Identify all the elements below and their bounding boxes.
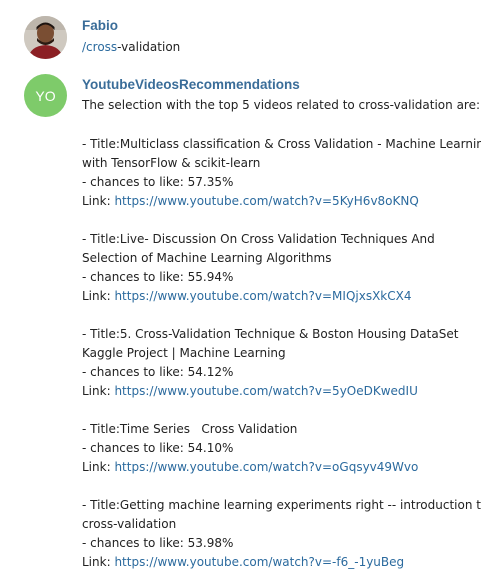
video-title: - Title:Live- Discussion On Cross Valida… bbox=[82, 232, 435, 246]
video-link[interactable]: https://www.youtube.com/watch?v=5KyH6v8o… bbox=[114, 194, 418, 208]
video-title: - Title:Time Series Cross Validation bbox=[82, 422, 298, 436]
link-label: Link: bbox=[82, 555, 115, 569]
link-label: Link: bbox=[82, 194, 115, 208]
link-label: Link: bbox=[82, 384, 115, 398]
video-link-line: Link: https://www.youtube.com/watch?v=oG… bbox=[82, 458, 418, 477]
video-link[interactable]: https://www.youtube.com/watch?v=MIQjxsXk… bbox=[114, 289, 411, 303]
user-photo-icon bbox=[24, 16, 67, 59]
command-text: /cross-validation bbox=[82, 38, 180, 57]
video-chance: - chances to like: 53.98% bbox=[82, 536, 234, 550]
video-link-line: Link: https://www.youtube.com/watch?v=MI… bbox=[82, 287, 411, 306]
link-label: Link: bbox=[82, 289, 115, 303]
sender-name[interactable]: Fabio bbox=[82, 18, 118, 33]
video-title: - Title:5. Cross-Validation Technique & … bbox=[82, 327, 459, 341]
sender-name[interactable]: YoutubeVideosRecommendations bbox=[82, 77, 300, 92]
video-link-line: Link: https://www.youtube.com/watch?v=5y… bbox=[82, 382, 418, 401]
video-link[interactable]: https://www.youtube.com/watch?v=5yOeDKwe… bbox=[114, 384, 417, 398]
video-title-cont: cross-validation bbox=[82, 517, 177, 531]
video-link-line: Link: https://www.youtube.com/watch?v=5K… bbox=[82, 192, 419, 211]
video-chance: - chances to like: 55.94% bbox=[82, 270, 234, 284]
video-chance: - chances to like: 54.12% bbox=[82, 365, 234, 379]
video-chance: - chances to like: 57.35% bbox=[82, 175, 234, 189]
link-label: Link: bbox=[82, 460, 115, 474]
intro-text: The selection with the top 5 videos rela… bbox=[82, 98, 481, 112]
video-link[interactable]: https://www.youtube.com/watch?v=-f6_-1yu… bbox=[114, 555, 404, 569]
video-title-cont: Selection of Machine Learning Algorithms bbox=[82, 251, 332, 265]
command-link[interactable]: cross bbox=[86, 40, 117, 54]
video-link-line: Link: https://www.youtube.com/watch?v=-f… bbox=[82, 553, 404, 572]
video-title: - Title:Getting machine learning experim… bbox=[82, 498, 481, 512]
command-rest: -validation bbox=[117, 40, 181, 54]
bot-avatar-initials: YO bbox=[35, 87, 56, 104]
video-title: - Title:Multiclass classification & Cros… bbox=[82, 137, 481, 151]
user-avatar[interactable] bbox=[24, 16, 67, 59]
video-title-cont: with TensorFlow & scikit-learn bbox=[82, 156, 261, 170]
video-link[interactable]: https://www.youtube.com/watch?v=oGqsyv49… bbox=[114, 460, 418, 474]
bot-avatar[interactable]: YO bbox=[24, 74, 67, 117]
video-chance: - chances to like: 54.10% bbox=[82, 441, 234, 455]
video-title-cont: Kaggle Project | Machine Learning bbox=[82, 346, 286, 360]
